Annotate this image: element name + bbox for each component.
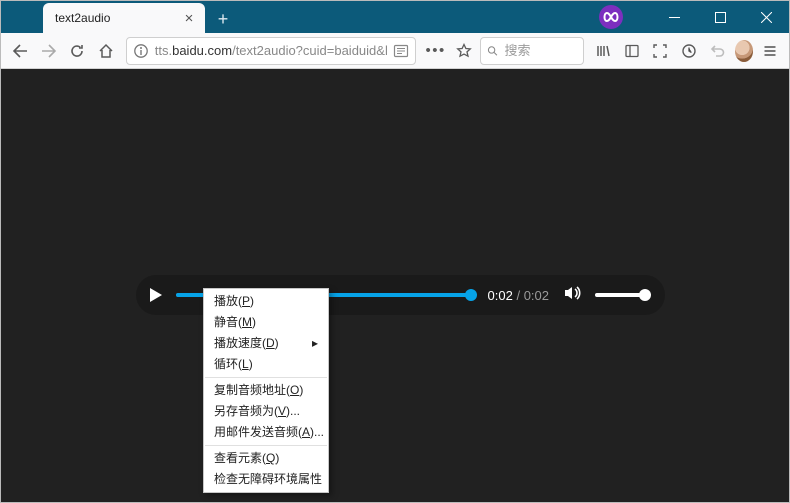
context-menu-item[interactable]: 复制音频地址(O) <box>204 380 328 401</box>
search-icon <box>487 44 498 58</box>
context-menu-item[interactable]: 播放(P) <box>204 291 328 312</box>
library-button[interactable] <box>590 36 616 66</box>
context-menu-item[interactable]: 检查无障碍环境属性 <box>204 469 328 490</box>
page-content: 0:02 / 0:02 播放(P)静音(M)播放速度(D) ▸循环(L) 复制音频… <box>1 69 789 502</box>
context-menu-item[interactable]: 查看元素(Q) <box>204 448 328 469</box>
context-menu-item[interactable]: 播放速度(D) ▸ <box>204 333 328 354</box>
page-actions-button[interactable]: ••• <box>423 36 449 66</box>
sidebar-button[interactable] <box>619 36 645 66</box>
volume-thumb[interactable] <box>639 289 651 301</box>
window-titlebar: text2audio × + <box>1 1 789 33</box>
time-display: 0:02 / 0:02 <box>488 288 549 303</box>
undo-button[interactable] <box>705 36 731 66</box>
reader-mode-icon[interactable] <box>393 43 409 59</box>
context-menu-separator <box>205 445 327 446</box>
profile-avatar[interactable] <box>735 40 754 62</box>
context-menu-item[interactable]: 循环(L) <box>204 354 328 375</box>
context-menu-item[interactable]: 另存音频为(V)... <box>204 401 328 422</box>
infinity-icon[interactable] <box>599 5 623 29</box>
window-maximize-button[interactable] <box>697 1 743 33</box>
home-button[interactable] <box>93 36 119 66</box>
site-info-icon[interactable] <box>133 43 149 59</box>
url-bar[interactable]: tts.baidu.com/text2audio?cuid=baiduid&la… <box>126 37 416 65</box>
tab-close-button[interactable]: × <box>181 10 197 26</box>
volume-slider[interactable] <box>595 293 647 297</box>
screenshot-button[interactable] <box>648 36 674 66</box>
new-tab-button[interactable]: + <box>209 5 237 33</box>
search-bar[interactable] <box>480 37 584 65</box>
context-menu-item[interactable]: 静音(M) <box>204 312 328 333</box>
browser-toolbar: tts.baidu.com/text2audio?cuid=baiduid&la… <box>1 33 789 69</box>
browser-tab[interactable]: text2audio × <box>43 3 205 33</box>
context-menu-separator <box>205 377 327 378</box>
tab-title: text2audio <box>55 11 181 25</box>
app-menu-button[interactable] <box>757 36 783 66</box>
progress-thumb[interactable] <box>465 289 477 301</box>
search-input[interactable] <box>504 43 577 58</box>
play-button[interactable] <box>150 288 162 302</box>
bookmark-star-button[interactable] <box>451 36 477 66</box>
context-menu-item[interactable]: 用邮件发送音频(A)... <box>204 422 328 443</box>
url-text: tts.baidu.com/text2audio?cuid=baiduid&la… <box>155 43 387 58</box>
volume-icon[interactable] <box>563 284 581 307</box>
window-minimize-button[interactable] <box>651 1 697 33</box>
window-close-button[interactable] <box>743 1 789 33</box>
reload-button[interactable] <box>64 36 90 66</box>
history-button[interactable] <box>676 36 702 66</box>
context-menu: 播放(P)静音(M)播放速度(D) ▸循环(L) 复制音频地址(O)另存音频为(V… <box>203 288 329 493</box>
back-button[interactable] <box>7 36 33 66</box>
forward-button[interactable] <box>36 36 62 66</box>
